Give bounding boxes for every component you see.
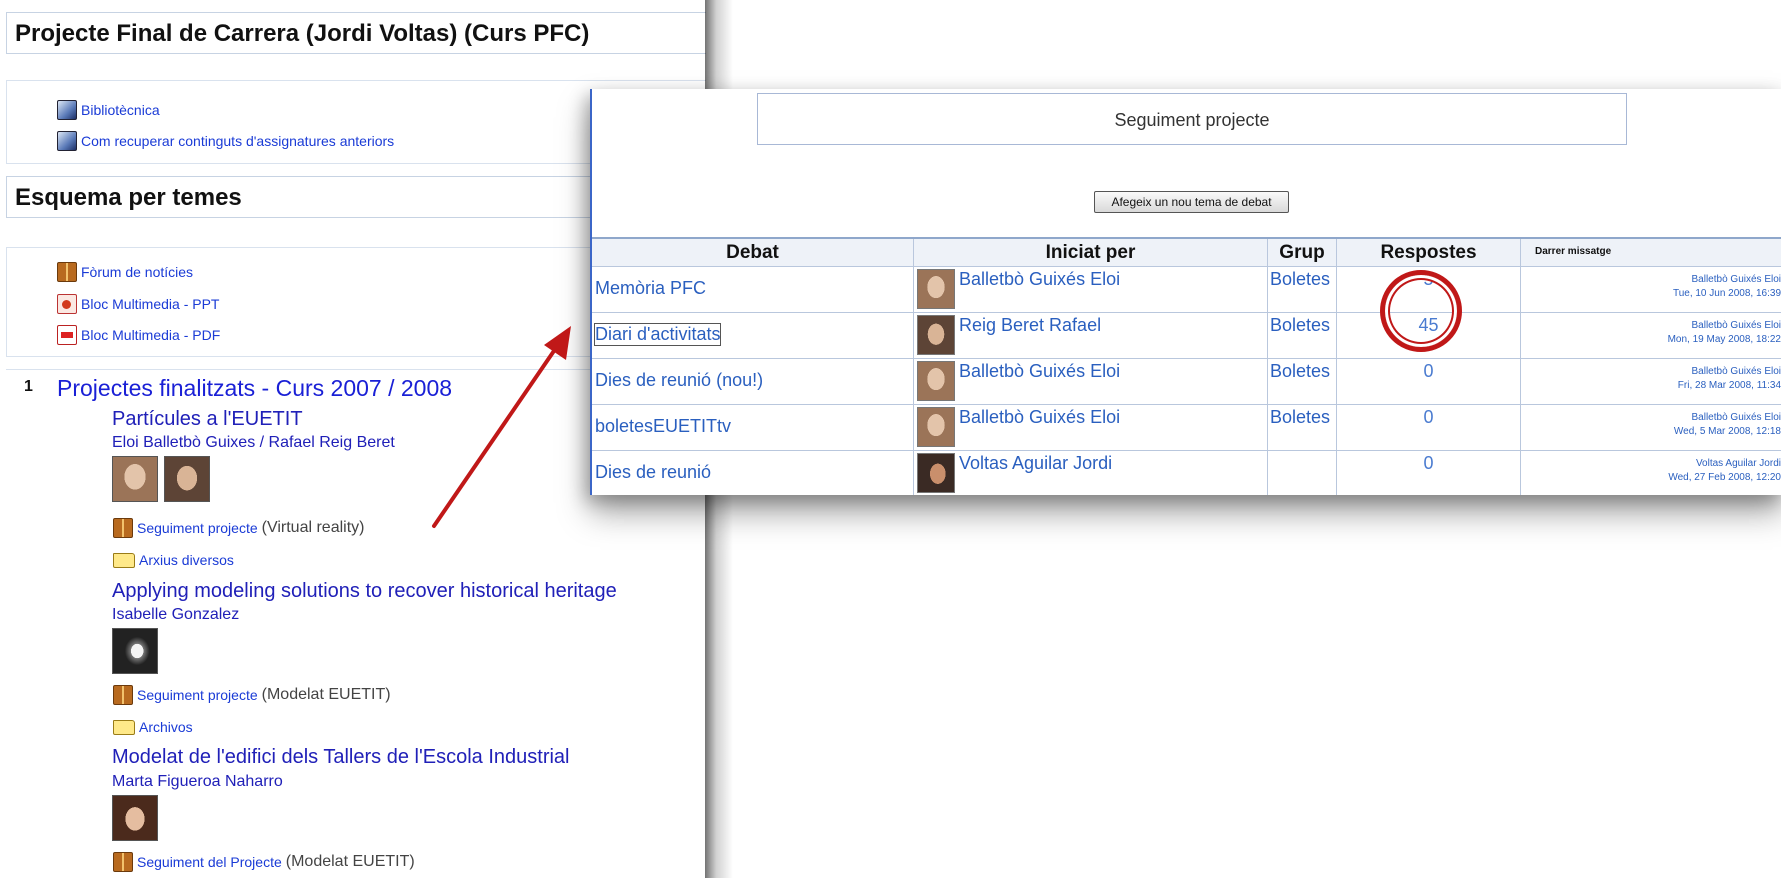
discussion-link[interactable]: Dies de reunió (nou!) (595, 370, 763, 391)
resource-label[interactable]: Bloc Multimedia - PDF (81, 327, 220, 343)
link-label[interactable]: Bibliotècnica (81, 102, 160, 118)
forum-popup: Seguiment projecte Afegeix un nou tema d… (590, 89, 1781, 495)
topic-number: 1 (24, 378, 33, 395)
author-photo (112, 795, 158, 841)
folder-icon (113, 552, 135, 568)
pdf-icon (57, 325, 77, 345)
forum-link[interactable]: Seguiment del Projecte (137, 854, 282, 870)
starter-name[interactable]: Balletbò Guixés Eloi (959, 269, 1120, 290)
last-post-date[interactable]: Mon, 19 May 2008, 18:22 (1521, 333, 1781, 347)
topic-title: Projectes finalitzats - Curs 2007 / 2008 (57, 375, 453, 401)
discussion-link[interactable]: Diari d'activitats (593, 323, 722, 346)
table-row: Diari d'activitats Reig Beret Rafael Bol… (592, 312, 1781, 358)
header-darrer[interactable]: Darrer missatge (1521, 239, 1781, 267)
project-forum[interactable]: Seguiment del Projecte (Modelat EUETIT) (113, 852, 415, 872)
project-forum[interactable]: Seguiment projecte (Virtual reality) (113, 518, 364, 538)
project-authors[interactable]: Eloi Balletbò Guixes / Rafael Reig Beret (112, 434, 395, 452)
forum-link[interactable]: Seguiment projecte (137, 687, 258, 703)
discussion-link[interactable]: Memòria PFC (595, 278, 706, 299)
forum-note: (Virtual reality) (261, 519, 365, 536)
discussion-table: Debat Iniciat per Grup Respostes Darrer … (592, 237, 1781, 495)
link-bibliotecnica[interactable]: Bibliotècnica (57, 100, 160, 120)
ppt-icon (57, 294, 77, 314)
folder-link[interactable]: Arxius diversos (139, 552, 234, 568)
avatar (917, 315, 955, 355)
forum-icon (113, 518, 133, 538)
resource-forum-noticies[interactable]: Fòrum de notícies (57, 262, 193, 282)
link-recuperar-continguts[interactable]: Com recuperar continguts d'assignatures … (57, 131, 394, 151)
group-name[interactable]: Boletes (1270, 361, 1330, 382)
last-post-date[interactable]: Tue, 10 Jun 2008, 16:39 (1521, 287, 1781, 301)
highlight-circle (1380, 270, 1462, 352)
header-respostes[interactable]: Respostes (1337, 239, 1521, 267)
author-photo (112, 628, 158, 674)
resource-bloc-pdf[interactable]: Bloc Multimedia - PDF (57, 325, 220, 345)
author-photo (112, 456, 158, 502)
last-post-author[interactable]: Balletbò Guixés Eloi (1521, 273, 1781, 287)
forum-link[interactable]: Seguiment projecte (137, 520, 258, 536)
starter-name[interactable]: Voltas Aguilar Jordi (959, 453, 1112, 474)
forum-note: (Modelat EUETIT) (285, 853, 415, 870)
last-post-author[interactable]: Balletbò Guixés Eloi (1521, 365, 1781, 379)
project-folder[interactable]: Archivos (113, 719, 193, 735)
project-folder[interactable]: Arxius diversos (113, 552, 234, 568)
project-authors[interactable]: Marta Figueroa Naharro (112, 773, 283, 791)
link-label[interactable]: Com recuperar continguts d'assignatures … (81, 133, 394, 149)
avatar (917, 361, 955, 401)
folder-icon (113, 719, 135, 735)
resource-label[interactable]: Fòrum de notícies (81, 264, 193, 280)
forum-icon (113, 852, 133, 872)
last-post-author[interactable]: Balletbò Guixés Eloi (1521, 319, 1781, 333)
add-discussion-button[interactable]: Afegeix un nou tema de debat (1094, 191, 1289, 213)
starter-name[interactable]: Balletbò Guixés Eloi (959, 407, 1120, 428)
last-post-date[interactable]: Fri, 28 Mar 2008, 11:34 (1521, 379, 1781, 393)
project-title[interactable]: Partícules a l'EUETIT (112, 408, 303, 431)
reply-count[interactable]: 0 (1337, 453, 1520, 474)
project-forum[interactable]: Seguiment projecte (Modelat EUETIT) (113, 685, 391, 705)
starter-name[interactable]: Reig Beret Rafael (959, 315, 1101, 336)
web-page-icon (57, 100, 77, 120)
course-title: Projecte Final de Carrera (Jordi Voltas)… (6, 12, 706, 54)
starter-name[interactable]: Balletbò Guixés Eloi (959, 361, 1120, 382)
header-grup[interactable]: Grup (1268, 239, 1337, 267)
table-row: Memòria PFC Balletbò Guixés Eloi Boletes… (592, 266, 1781, 312)
avatar (917, 453, 955, 493)
avatar (917, 407, 955, 447)
project-authors[interactable]: Isabelle Gonzalez (112, 606, 239, 624)
group-name[interactable]: Boletes (1270, 269, 1330, 290)
header-iniciat[interactable]: Iniciat per (914, 239, 1268, 267)
forum-title: Seguiment projecte (757, 93, 1627, 145)
table-header: Debat Iniciat per Grup Respostes Darrer … (592, 237, 1781, 267)
group-name[interactable]: Boletes (1270, 315, 1330, 336)
resource-bloc-ppt[interactable]: Bloc Multimedia - PPT (57, 294, 219, 314)
last-post-author[interactable]: Voltas Aguilar Jordi (1521, 457, 1781, 471)
project-title[interactable]: Applying modeling solutions to recover h… (112, 580, 617, 603)
forum-icon (113, 685, 133, 705)
author-photo (164, 456, 210, 502)
last-post-date[interactable]: Wed, 27 Feb 2008, 12:20 (1521, 471, 1781, 485)
forum-note: (Modelat EUETIT) (261, 686, 391, 703)
project-title[interactable]: Modelat de l'edifici dels Tallers de l'E… (112, 746, 570, 769)
discussion-link[interactable]: boletesEUETITtv (595, 416, 731, 437)
discussion-link[interactable]: Dies de reunió (595, 462, 711, 483)
header-debat[interactable]: Debat (592, 239, 914, 267)
forum-icon (57, 262, 77, 282)
last-post-author[interactable]: Balletbò Guixés Eloi (1521, 411, 1781, 425)
table-row: Dies de reunió (nou!) Balletbò Guixés El… (592, 358, 1781, 404)
avatar (917, 269, 955, 309)
group-name[interactable]: Boletes (1270, 407, 1330, 428)
web-page-icon (57, 131, 77, 151)
reply-count[interactable]: 0 (1337, 361, 1520, 382)
reply-count[interactable]: 0 (1337, 407, 1520, 428)
folder-link[interactable]: Archivos (139, 719, 193, 735)
last-post-date[interactable]: Wed, 5 Mar 2008, 12:18 (1521, 425, 1781, 439)
table-row: Dies de reunió Voltas Aguilar Jordi 0 Vo… (592, 450, 1781, 495)
table-row: boletesEUETITtv Balletbò Guixés Eloi Bol… (592, 404, 1781, 450)
resource-label[interactable]: Bloc Multimedia - PPT (81, 296, 219, 312)
